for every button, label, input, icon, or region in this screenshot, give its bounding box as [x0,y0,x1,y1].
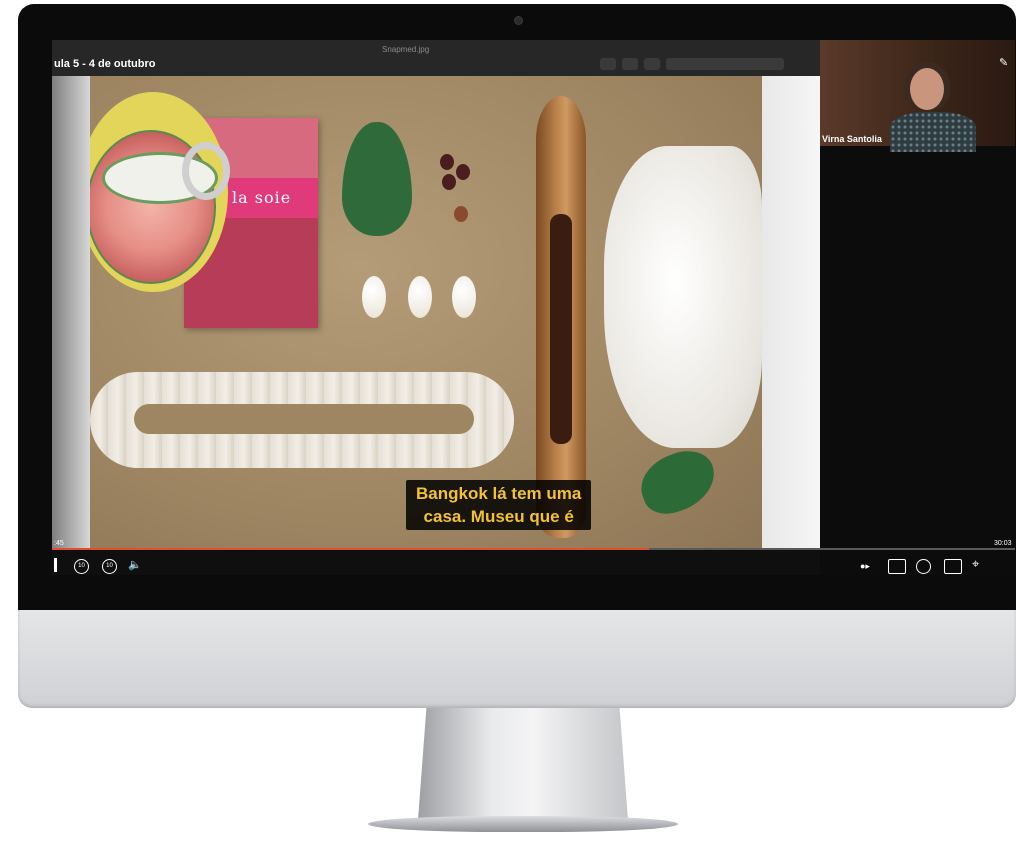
mulberry [456,164,470,180]
pin-icon[interactable]: ✎ [999,56,1008,69]
speed-icon[interactable]: ●▸ [860,559,870,573]
participant-panel: Virna Santolia ✎ [820,40,1015,575]
stand-neck [418,708,628,820]
shuttle-bobbin [550,214,572,444]
monitor-stand [368,708,678,836]
exit-fullscreen-icon[interactable]: ⌖ [972,557,979,571]
screen: Snapmed.jpg ula 5 - 4 de outubro la soie [52,40,1015,575]
settings-icon[interactable] [916,559,931,574]
silk-cocoon [408,276,432,318]
rewind-10-icon[interactable]: 10 [74,559,89,574]
video-title: ula 5 - 4 de outubro [54,58,156,70]
silk-cocoon [362,276,386,318]
frame-edge-left [52,76,90,550]
subtitle: Bangkok lá tem uma casa. Museu que é [406,480,592,530]
progress-fill [52,548,650,550]
silk-skein-gap [134,404,474,434]
mulberry-leaf [632,442,724,522]
monitor-chin [18,610,1016,708]
mulberry [454,206,468,222]
share-icon[interactable] [622,58,638,70]
picture-in-picture-icon[interactable] [944,559,962,574]
frame-edge-right [762,76,820,550]
captions-icon[interactable] [888,559,906,574]
topbar-tools [600,58,784,70]
file-name: Snapmed.jpg [382,45,430,54]
volume-icon[interactable]: 🔈 [128,558,142,572]
edit-icon[interactable] [600,58,616,70]
participant-face [910,68,944,110]
mulberry-leaf [342,122,412,236]
teacup-handle [182,142,230,200]
participant-video[interactable]: Virna Santolia ✎ [820,40,1015,152]
participant-name: Virna Santolia [822,134,882,144]
progress-bar[interactable] [52,548,1015,550]
mulberry [440,154,454,170]
silk-cocoon [452,276,476,318]
video-player[interactable]: Snapmed.jpg ula 5 - 4 de outubro la soie [52,40,820,575]
info-icon[interactable] [644,58,660,70]
forward-10-icon[interactable]: 10 [102,559,117,574]
time-current: :45 [54,540,64,547]
weaving-shuttle [536,96,586,538]
pause-icon[interactable] [54,558,57,572]
silk-cloth [604,146,762,448]
mulberry [442,174,456,190]
participant-body [890,112,976,152]
time-total: 30:03 [994,540,1012,547]
video-frame: la soie [90,76,762,550]
book-title: la soie [232,188,292,207]
camera-icon [514,16,523,25]
video-topbar: Snapmed.jpg ula 5 - 4 de outubro [52,40,820,76]
stand-base [368,816,678,832]
search-field[interactable] [666,58,784,70]
